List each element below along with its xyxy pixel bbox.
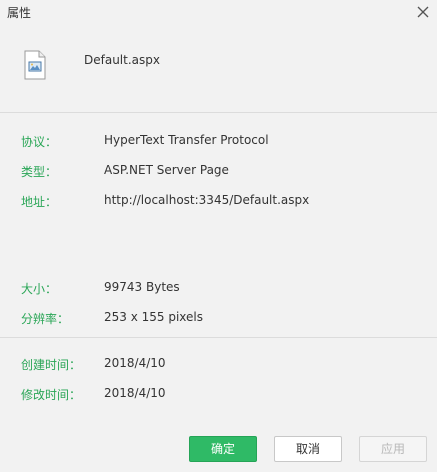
created-time-label: 创建时间： xyxy=(21,358,82,372)
modified-time-label: 修改时间： xyxy=(21,388,82,402)
resolution-label: 分辨率： xyxy=(21,312,70,326)
protocol-value: HyperText Transfer Protocol xyxy=(104,133,269,147)
type-value: ASP.NET Server Page xyxy=(104,163,229,177)
protocol-label: 协议： xyxy=(21,135,58,149)
close-icon[interactable] xyxy=(413,2,433,22)
cancel-button[interactable]: 取消 xyxy=(274,436,342,462)
divider xyxy=(0,112,437,113)
size-value: 99743 Bytes xyxy=(104,280,180,294)
type-label: 类型： xyxy=(21,165,58,179)
modified-time-value: 2018/4/10 xyxy=(104,386,166,400)
address-value[interactable]: http://localhost:3345/Default.aspx xyxy=(104,193,309,207)
address-label: 地址： xyxy=(21,195,58,209)
document-image-icon xyxy=(22,50,48,80)
dialog-title: 属性 xyxy=(7,6,32,20)
divider xyxy=(0,337,437,338)
file-name: Default.aspx xyxy=(84,53,160,67)
created-time-value: 2018/4/10 xyxy=(104,356,166,370)
title-bar: 属性 xyxy=(0,0,437,26)
size-label: 大小： xyxy=(21,282,58,296)
resolution-value: 253 x 155 pixels xyxy=(104,310,204,324)
ok-button[interactable]: 确定 xyxy=(189,436,257,462)
apply-button[interactable]: 应用 xyxy=(359,436,427,462)
properties-dialog: 属性 Default.aspx 协议： HyperText Transfer P… xyxy=(0,0,437,472)
